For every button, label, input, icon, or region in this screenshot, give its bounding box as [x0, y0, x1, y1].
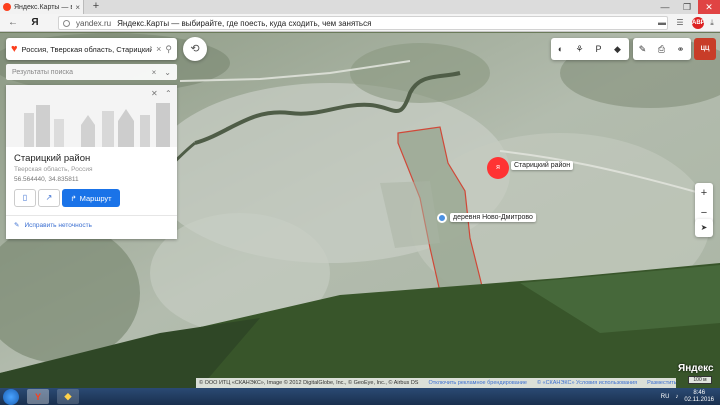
place-coords[interactable]: 56.564440, 34.835811	[14, 176, 79, 183]
browser-tabbar: Яндекс.Карты — выбир… × + — ❐ ✕	[0, 0, 720, 14]
fix-inaccuracy-link[interactable]: ✎ Исправить неточность	[14, 221, 92, 230]
lock-icon	[63, 19, 70, 27]
clock-time: 8:46	[693, 389, 706, 396]
routes-button[interactable]: ⟲	[183, 37, 207, 61]
collapse-card-icon[interactable]: ⌃	[165, 89, 172, 98]
link-icon[interactable]: ⚭	[671, 44, 690, 55]
clear-search-icon[interactable]: ×	[156, 44, 161, 54]
tools-toolbar: ✎ ⎙ ⚭	[633, 38, 691, 60]
url-domain: yandex.ru	[76, 18, 112, 28]
close-card-icon[interactable]: ✕	[151, 89, 158, 98]
trash-icon[interactable]: ▬	[656, 17, 668, 29]
yandex-maps-favicon	[3, 3, 11, 11]
terms-link[interactable]: © «СКАНЭКС» Условия использования	[537, 378, 637, 388]
new-tab-button[interactable]: +	[90, 0, 102, 14]
layers-toolbar: ◐ ⚘ P ◆	[551, 38, 629, 60]
window-controls: — ❐ ✕	[654, 0, 720, 14]
search-box[interactable]: ♥ Россия, Тверская область, Старицкий р …	[6, 38, 177, 60]
address-bar: ← Я yandex.ru Яндекс.Карты — выбирайте, …	[0, 14, 720, 32]
windows-taskbar: Y ◆ RU ♪ 8:46 02.11.2016	[0, 388, 720, 405]
adblock-icon[interactable]: ABP	[692, 17, 705, 29]
language-indicator[interactable]: RU	[661, 394, 670, 400]
pencil-icon: ✎	[14, 222, 20, 229]
results-label: Результаты поиска	[12, 68, 74, 76]
map-copyright-bar: © ООО ИТЦ «СКАНЭКС», Image © 2012 Digita…	[196, 378, 676, 388]
card-divider	[6, 215, 177, 216]
yandex-browser-taskbar-icon[interactable]: Y	[27, 389, 49, 404]
route-button-label: Маршрут	[79, 193, 112, 203]
search-results-bar[interactable]: Результаты поиска × ⌄	[6, 64, 177, 80]
disable-branding-link[interactable]: Отключить рекламное брендирование	[428, 378, 526, 388]
url-page-title: Яндекс.Карты — выбирайте, где поесть, ку…	[117, 18, 372, 28]
layers-icon[interactable]: ◆	[608, 44, 627, 55]
print-icon[interactable]: ⎙	[652, 44, 671, 55]
close-results-icon[interactable]: ×	[152, 68, 157, 77]
search-icon[interactable]: ⚲	[165, 44, 172, 55]
zoom-control: + −	[695, 183, 713, 223]
parking-icon[interactable]: P	[589, 44, 608, 54]
search-input[interactable]: Россия, Тверская область, Старицкий р	[22, 45, 153, 54]
back-button[interactable]: ←	[6, 17, 20, 28]
place-region: Тверская область, Россия	[14, 166, 93, 173]
windows-start-button[interactable]	[3, 388, 19, 405]
app-taskbar-icon[interactable]: ◆	[57, 389, 79, 404]
district-marker-label[interactable]: Старицкий район	[511, 161, 574, 170]
maximize-button[interactable]: ❐	[676, 0, 698, 14]
panorama-icon[interactable]: ⚘	[570, 44, 589, 55]
copyright-text: © ООО ИТЦ «СКАНЭКС», Image © 2012 Digita…	[199, 380, 419, 386]
url-field[interactable]: yandex.ru Яндекс.Карты — выбирайте, где …	[58, 16, 668, 30]
minimize-button[interactable]: —	[654, 0, 676, 14]
user-avatar[interactable]: ЦЦ	[694, 38, 716, 60]
browser-tab[interactable]: Яндекс.Карты — выбир… ×	[0, 0, 84, 14]
locate-me-button[interactable]: ➤	[695, 219, 713, 237]
zoom-in-button[interactable]: +	[695, 183, 713, 203]
download-icon[interactable]: ⤓	[706, 17, 718, 29]
clock[interactable]: 8:46 02.11.2016	[684, 390, 714, 404]
place-card: ✕ ⌃ Старицкий район Тверская область, Ро…	[6, 85, 177, 239]
fix-inaccuracy-label: Исправить неточность	[24, 221, 92, 229]
tab-close-icon[interactable]: ×	[75, 3, 80, 12]
system-tray: RU ♪ 8:46 02.11.2016	[661, 390, 720, 404]
yandex-home-button[interactable]: Я	[28, 17, 42, 28]
map-scale: 100 м	[688, 376, 712, 384]
village-marker[interactable]	[437, 213, 447, 223]
tab-title: Яндекс.Карты — выбир…	[14, 3, 73, 11]
place-name: Старицкий район	[14, 153, 91, 164]
route-button[interactable]: ↱ Маршрут	[62, 189, 120, 207]
chevron-down-icon[interactable]: ⌄	[164, 68, 171, 77]
menu-icon[interactable]: ☰	[674, 17, 686, 29]
volume-icon[interactable]: ♪	[675, 394, 678, 400]
district-marker[interactable]: я	[487, 157, 509, 179]
share-button[interactable]: ↗	[38, 189, 60, 207]
bookmark-button[interactable]: ▯	[14, 189, 36, 207]
clock-date: 02.11.2016	[684, 396, 714, 403]
traffic-icon[interactable]: ◐	[551, 44, 570, 54]
close-window-button[interactable]: ✕	[698, 0, 720, 14]
map-view[interactable]: ♥ Россия, Тверская область, Старицкий р …	[0, 33, 720, 388]
place-ad-link[interactable]: Разместить рекламу	[647, 378, 676, 388]
village-label[interactable]: деревня Ново-Дмитрово	[450, 213, 536, 222]
route-icon: ↱	[70, 193, 77, 203]
ruler-icon[interactable]: ✎	[633, 44, 652, 55]
yandex-pin-icon: ♥	[11, 43, 18, 55]
yandex-logo: Яндекс	[678, 363, 714, 374]
